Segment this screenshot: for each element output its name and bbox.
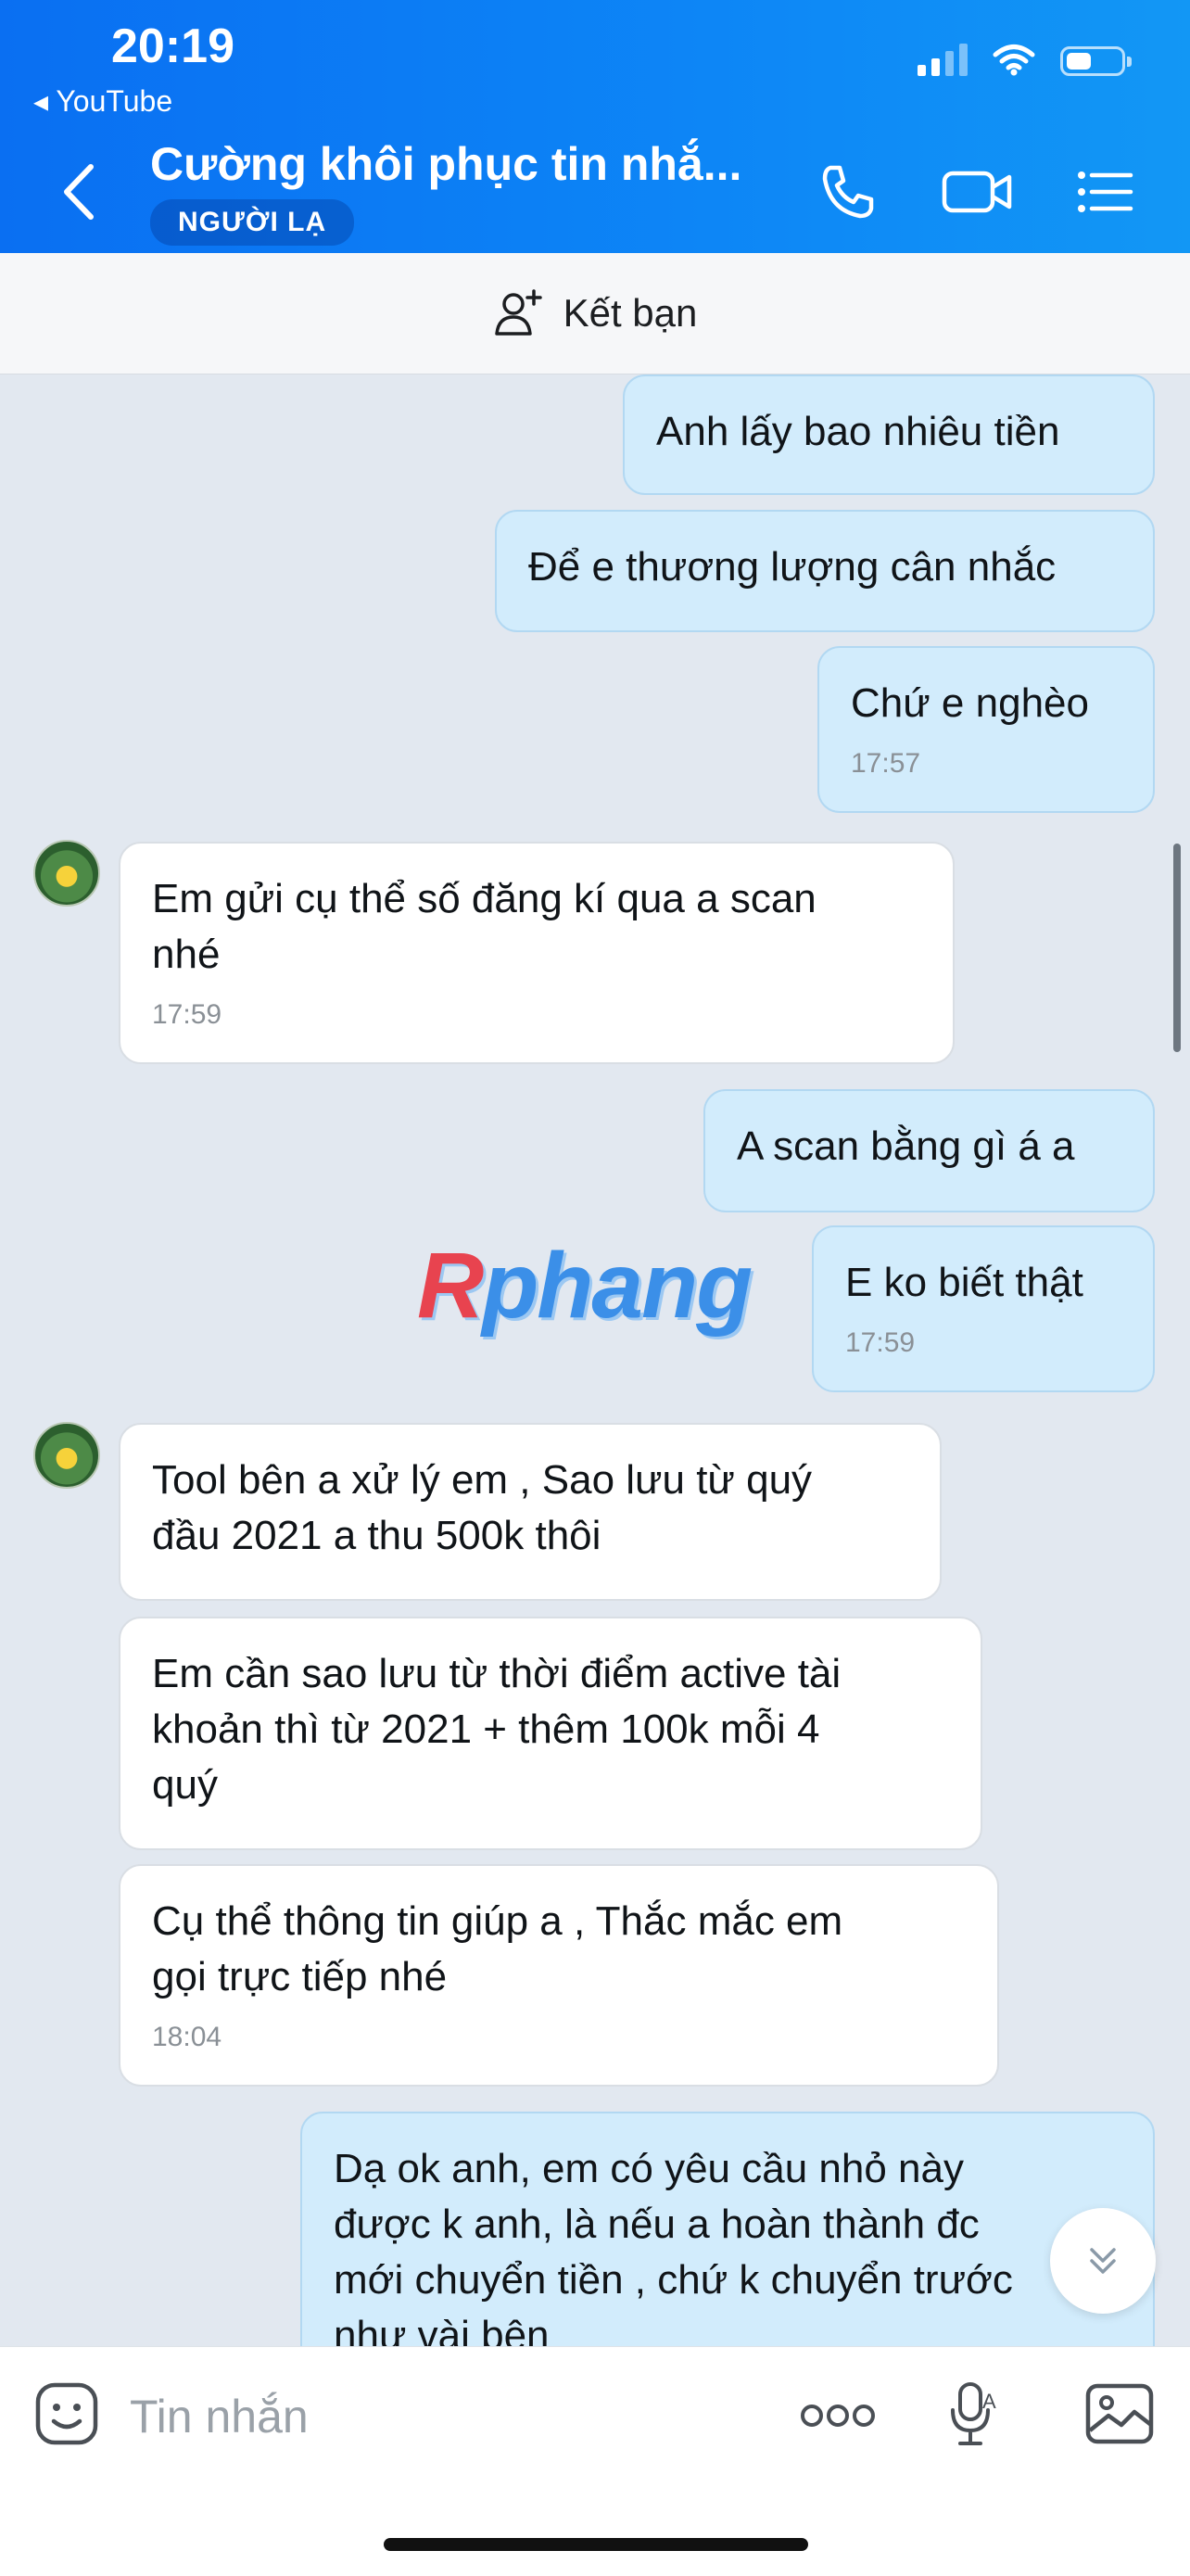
add-friend-bar[interactable]: Kết bạn <box>0 253 1190 374</box>
sticker-icon[interactable] <box>33 2380 100 2447</box>
message-text: A scan bằng gì á a <box>737 1123 1075 1169</box>
message-bubble-received[interactable]: Tool bên a xử lý em , Sao lưu từ quý đầu… <box>119 1423 942 1601</box>
chevron-double-down-icon <box>1090 2248 1116 2274</box>
list-menu-icon[interactable] <box>1075 162 1134 222</box>
message-time: 17:59 <box>152 999 222 1030</box>
message-bubble-received[interactable]: Cụ thể thông tin giúp a , Thắc mắc em gọ… <box>119 1864 999 2087</box>
message-text: gọi trực tiếp nhé <box>152 1954 448 1999</box>
message-text: nhé <box>152 932 221 977</box>
scroll-to-bottom-button[interactable] <box>1050 2208 1156 2314</box>
wifi-icon <box>993 44 1035 76</box>
message-text: Chứ e nghèo <box>851 680 1089 726</box>
status-icons <box>918 43 1132 76</box>
message-text: Dạ ok anh, em có yêu cầu nhỏ này <box>334 2146 964 2191</box>
svg-text:A: A <box>982 2390 996 2413</box>
message-bubble-received[interactable]: Em gửi cụ thể số đăng kí qua a scan nhé … <box>119 842 955 1064</box>
message-text: mới chuyển tiền , chứ k chuyển trước <box>334 2257 1013 2303</box>
message-bubble-sent[interactable]: Chứ e nghèo 17:57 <box>817 646 1155 813</box>
chat-title[interactable]: Cường khôi phục tin nhắ... <box>150 137 741 191</box>
back-to-app-link[interactable]: ◂ YouTube <box>33 83 172 119</box>
watermark-logo: Rphang <box>417 1234 753 1338</box>
message-bubble-received[interactable]: Em cần sao lưu từ thời điểm active tài k… <box>119 1617 982 1850</box>
battery-icon <box>1060 46 1132 76</box>
message-time: 18:04 <box>152 2022 222 2052</box>
signal-icon <box>918 43 968 76</box>
voice-text-icon[interactable]: A <box>945 2379 1001 2453</box>
message-text: khoản thì từ 2021 + thêm 100k mỗi 4 <box>152 1707 820 1752</box>
scrollbar[interactable] <box>1173 844 1181 1052</box>
message-text: Anh lấy bao nhiêu tiền <box>656 409 1060 454</box>
message-text: Để e thương lượng cân nhắc <box>528 544 1057 590</box>
video-camera-icon[interactable] <box>941 162 1015 222</box>
more-dots-icon[interactable] <box>799 2399 877 2432</box>
message-text: được k anh, là nếu a hoàn thành đc <box>334 2202 980 2247</box>
phone-icon[interactable] <box>817 162 877 222</box>
add-user-icon <box>494 289 542 336</box>
message-bubble-sent[interactable]: Để e thương lượng cân nhắc <box>495 510 1155 632</box>
message-bubble-sent[interactable]: Anh lấy bao nhiêu tiền <box>623 374 1155 495</box>
message-time: 17:59 <box>845 1327 916 1358</box>
avatar[interactable] <box>33 840 100 907</box>
message-time: 17:57 <box>851 748 921 779</box>
home-indicator <box>384 2538 808 2551</box>
image-icon[interactable] <box>1084 2380 1155 2447</box>
avatar[interactable] <box>33 1422 100 1489</box>
message-text: Tool bên a xử lý em , Sao lưu từ quý <box>152 1457 813 1503</box>
message-text: Em gửi cụ thể số đăng kí qua a scan <box>152 876 817 921</box>
message-bubble-sent[interactable]: A scan bằng gì á a <box>703 1089 1155 1212</box>
chat-header: 20:19 ◂ YouTube Cường khôi phục tin nhắ.… <box>0 0 1190 253</box>
message-input[interactable]: Tin nhắn <box>130 2390 309 2443</box>
message-text: quý <box>152 1762 218 1808</box>
status-time: 20:19 <box>111 19 234 73</box>
message-text: đầu 2021 a thu 500k thôi <box>152 1513 601 1558</box>
message-text: Em cần sao lưu từ thời điểm active tài <box>152 1651 842 1696</box>
stranger-badge: NGƯỜI LẠ <box>150 199 355 246</box>
add-friend-label: Kết bạn <box>563 291 698 335</box>
chevron-left-icon[interactable] <box>56 159 102 224</box>
message-text: Cụ thể thông tin giúp a , Thắc mắc em <box>152 1898 843 1944</box>
message-bubble-sent[interactable]: E ko biết thật 17:59 <box>812 1225 1155 1392</box>
message-text: E ko biết thật <box>845 1260 1083 1305</box>
